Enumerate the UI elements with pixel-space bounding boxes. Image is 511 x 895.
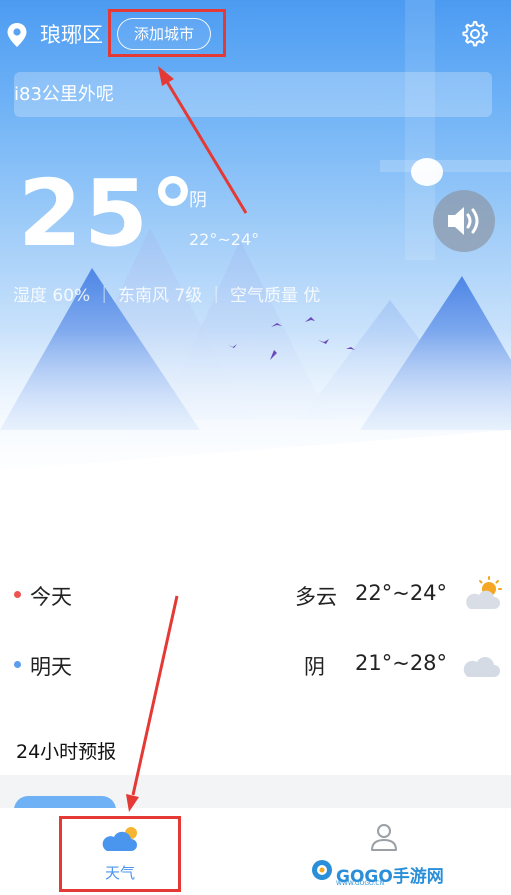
city-name[interactable]: 琅琊区: [40, 19, 103, 49]
settings-gear-icon[interactable]: [459, 19, 489, 49]
user-profile-icon: [371, 824, 397, 851]
top-bar: 琅琊区 添加城市: [0, 0, 511, 70]
annotation-box-weather-tab: [59, 816, 181, 892]
forecast-row-today[interactable]: 今天 多云 22°~24°: [0, 575, 511, 615]
forecast-condition: 阴: [304, 655, 325, 679]
watermark-logo-icon: [312, 860, 332, 880]
forecast-day: 明天: [30, 655, 72, 679]
forecast-condition: 多云: [295, 585, 337, 609]
current-condition: 阴: [189, 190, 207, 211]
notice-marquee[interactable]: i83公里外呢: [14, 72, 492, 117]
today-dot: [14, 591, 21, 598]
location-pin-icon: [7, 23, 27, 47]
watermark-url: WWW.GOGO.CN: [336, 880, 385, 887]
forecast-row-tomorrow[interactable]: 明天 阴 21°~28°: [0, 645, 511, 685]
hourly-forecast-title: 24小时预报: [16, 741, 117, 763]
site-watermark: GOGO手游网 WWW.GOGO.CN: [310, 858, 444, 888]
forecast-range: 21°~28°: [355, 651, 448, 675]
forecast-day: 今天: [30, 585, 72, 609]
cloudy-icon: [463, 657, 500, 677]
current-temp-range: 22°~24°: [189, 230, 260, 249]
partly-cloudy-icon: [466, 576, 502, 609]
current-temperature: 25°: [18, 160, 199, 267]
forecast-range: 22°~24°: [355, 581, 448, 605]
speaker-icon: [448, 207, 479, 235]
weather-details: 湿度 60% ｜ 东南风 7级 ｜ 空气质量 优: [13, 286, 321, 306]
weather-hero-background: 琅琊区 添加城市 i83公里外呢 25° 阴 22°~24° 湿度 60% ｜ …: [0, 0, 511, 520]
voice-broadcast-button[interactable]: [433, 190, 495, 252]
tomorrow-dot: [14, 661, 21, 668]
annotation-box-add-city: [108, 9, 226, 57]
